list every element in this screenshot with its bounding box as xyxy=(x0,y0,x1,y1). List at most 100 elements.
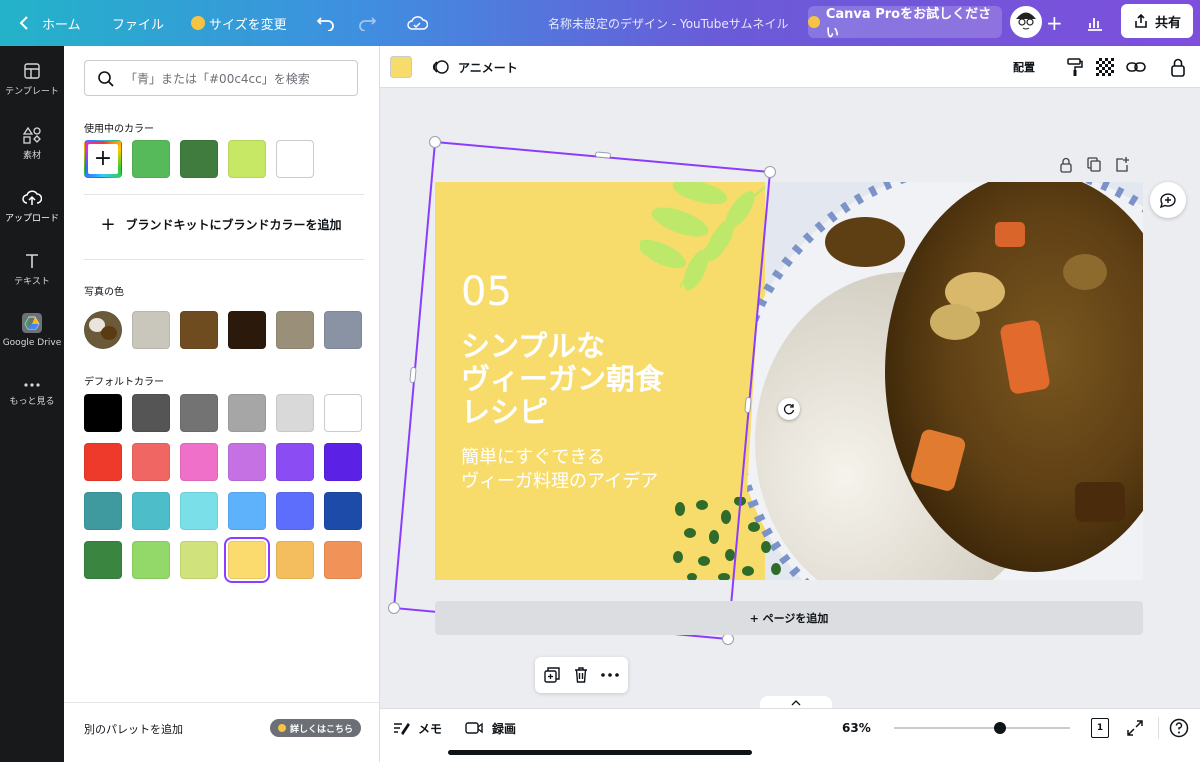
default-color-swatch[interactable] xyxy=(132,492,170,530)
default-color-swatch[interactable] xyxy=(276,394,314,432)
default-color-swatch[interactable] xyxy=(180,541,218,579)
resize-handle[interactable] xyxy=(764,166,776,178)
default-color-swatch[interactable] xyxy=(324,492,362,530)
default-color-swatch[interactable] xyxy=(276,541,314,579)
default-color-swatch[interactable] xyxy=(84,541,122,579)
comment-button[interactable] xyxy=(1150,182,1186,218)
nav-label: テンプレート xyxy=(5,87,59,97)
zoom-slider[interactable] xyxy=(894,727,1070,729)
home-button[interactable]: ホーム xyxy=(18,0,81,46)
crown-icon xyxy=(191,16,205,30)
bar-chart-icon xyxy=(1088,18,1102,31)
resize-button[interactable]: サイズを変更 xyxy=(191,0,287,46)
default-color-swatch[interactable] xyxy=(324,443,362,481)
home-indicator xyxy=(448,750,752,755)
add-palette-link[interactable]: 別のパレットを追加 xyxy=(84,721,183,737)
photo-color-swatch[interactable] xyxy=(324,311,362,349)
crown-icon xyxy=(278,724,286,732)
redo-button[interactable] xyxy=(357,0,377,46)
fullscreen-icon[interactable] xyxy=(1126,719,1144,737)
add-member-button[interactable]: + xyxy=(1046,0,1063,46)
video-camera-icon xyxy=(465,722,483,734)
edge-handle[interactable] xyxy=(594,151,612,159)
lock-icon[interactable] xyxy=(1058,156,1074,174)
cloud-upload-icon xyxy=(22,190,42,205)
resize-handle[interactable] xyxy=(388,602,400,614)
more-dots-icon[interactable] xyxy=(601,673,619,677)
insights-button[interactable] xyxy=(1086,0,1104,46)
trash-icon[interactable] xyxy=(573,666,589,684)
add-page-button[interactable]: + ページを追加 xyxy=(435,601,1143,635)
in-use-color-swatch[interactable] xyxy=(228,140,266,178)
in-use-color-swatch[interactable] xyxy=(180,140,218,178)
photo-color-swatch[interactable] xyxy=(276,311,314,349)
lock-button[interactable] xyxy=(1170,57,1186,81)
memo-button[interactable]: メモ xyxy=(392,709,442,747)
try-canva-pro-button[interactable]: Canva Proをお試しください xyxy=(808,6,1002,41)
google-drive-icon xyxy=(22,313,42,333)
panel-footer: 別のパレットを追加 詳しくはこちら xyxy=(64,702,380,762)
nav-more[interactable]: もっと見る xyxy=(0,380,64,407)
link-button[interactable] xyxy=(1125,58,1147,80)
photo-color-swatch[interactable] xyxy=(132,311,170,349)
lock-icon xyxy=(1171,58,1185,77)
nav-templates[interactable]: テンプレート xyxy=(0,62,64,97)
arrange-button[interactable]: 配置 xyxy=(1013,46,1035,88)
undo-button[interactable] xyxy=(316,0,336,46)
resize-handle[interactable] xyxy=(429,136,441,148)
default-color-swatch[interactable] xyxy=(276,443,314,481)
record-button[interactable]: 録画 xyxy=(464,709,516,747)
page-count-button[interactable]: 1 xyxy=(1091,718,1109,738)
nav-elements[interactable]: 素材 xyxy=(0,126,64,161)
default-color-swatch[interactable] xyxy=(228,492,266,530)
cloud-check-icon xyxy=(407,16,428,30)
default-color-swatch[interactable] xyxy=(276,492,314,530)
default-color-swatch[interactable] xyxy=(84,394,122,432)
default-color-swatch[interactable] xyxy=(132,443,170,481)
default-color-swatch[interactable] xyxy=(324,394,362,432)
nav-google-drive[interactable]: Google Drive xyxy=(0,312,64,348)
avatar[interactable] xyxy=(1010,6,1042,38)
color-search-input[interactable]: 「青」または「#00c4cc」を検索 xyxy=(84,60,358,96)
copy-style-button[interactable] xyxy=(1066,57,1084,81)
add-brand-color-button[interactable]: + ブランドキットにブランドカラーを追加 xyxy=(84,209,358,239)
default-color-swatch[interactable] xyxy=(84,492,122,530)
learn-more-badge[interactable]: 詳しくはこちら xyxy=(270,719,362,737)
undo-icon xyxy=(316,17,334,31)
default-color-swatch[interactable] xyxy=(228,394,266,432)
nav-uploads[interactable]: アップロード xyxy=(0,189,64,224)
default-color-swatch[interactable] xyxy=(324,541,362,579)
in-use-color-swatch[interactable] xyxy=(276,140,314,178)
file-menu[interactable]: ファイル xyxy=(112,0,164,46)
rotate-handle[interactable] xyxy=(778,398,800,420)
add-page-icon[interactable] xyxy=(1114,156,1130,174)
current-color-swatch[interactable] xyxy=(390,56,412,78)
default-color-swatch[interactable] xyxy=(228,443,266,481)
photo-color-swatch[interactable] xyxy=(180,311,218,349)
nav-label: Google Drive xyxy=(2,338,62,348)
animate-button[interactable]: アニメート xyxy=(432,46,518,88)
element-action-bar xyxy=(535,657,628,693)
nav-text[interactable]: テキスト xyxy=(0,252,64,287)
in-use-color-swatch[interactable] xyxy=(132,140,170,178)
default-color-swatch[interactable] xyxy=(228,541,266,579)
default-color-swatch[interactable] xyxy=(132,394,170,432)
help-icon[interactable] xyxy=(1169,718,1189,738)
transparency-icon[interactable] xyxy=(1096,58,1114,76)
photo-thumbnail[interactable] xyxy=(84,311,122,349)
default-color-swatch[interactable] xyxy=(132,541,170,579)
zoom-percentage[interactable]: 63% xyxy=(842,709,871,747)
duplicate-page-icon[interactable] xyxy=(1086,156,1102,174)
default-color-swatch[interactable] xyxy=(180,394,218,432)
default-color-swatch[interactable] xyxy=(180,492,218,530)
default-color-swatch[interactable] xyxy=(84,443,122,481)
plus-icon: + xyxy=(100,213,116,235)
add-color-button[interactable]: + xyxy=(84,140,122,178)
share-button[interactable]: 共有 xyxy=(1121,4,1193,38)
document-title[interactable]: 名称未設定のデザイン - YouTubeサムネイル xyxy=(548,0,789,46)
cloud-save-button[interactable] xyxy=(406,0,428,46)
default-color-swatch[interactable] xyxy=(180,443,218,481)
photo-color-swatch[interactable] xyxy=(228,311,266,349)
zoom-slider-thumb[interactable] xyxy=(993,722,1006,734)
duplicate-icon[interactable] xyxy=(543,666,561,684)
